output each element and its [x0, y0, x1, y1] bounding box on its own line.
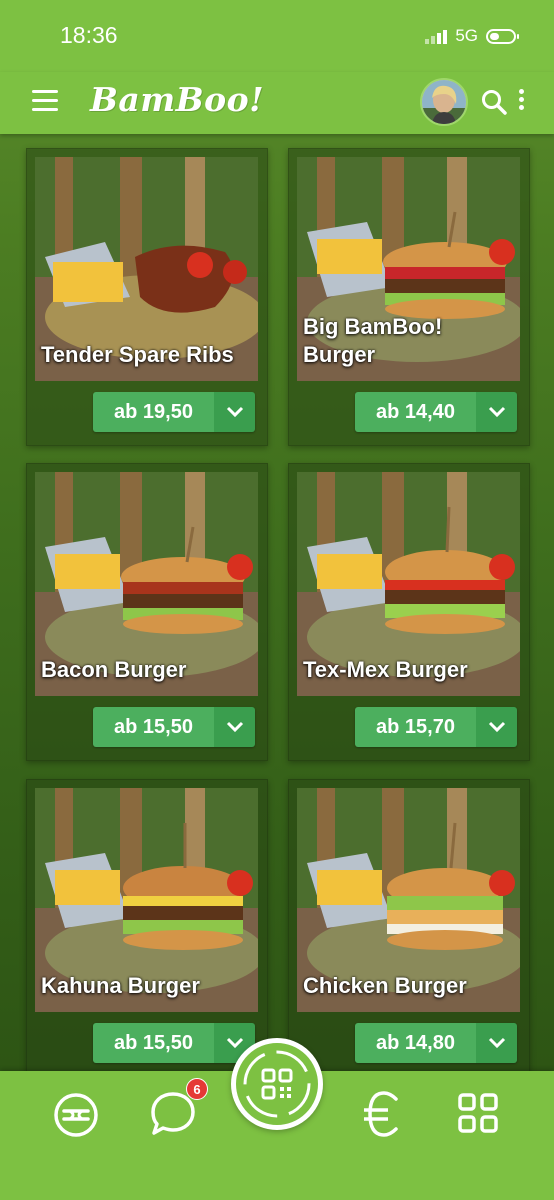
- menu-item-card[interactable]: Chicken Burger ab 14,80: [288, 779, 530, 1077]
- battery-icon: [486, 28, 519, 44]
- search-icon[interactable]: [480, 88, 508, 116]
- notification-badge: 6: [186, 1078, 208, 1100]
- price-button[interactable]: ab 19,50: [93, 392, 255, 432]
- chevron-down-icon[interactable]: [476, 707, 517, 747]
- qr-code-button[interactable]: [231, 1038, 323, 1130]
- menu-item-card[interactable]: Tex-Mex Burger ab 15,70: [288, 463, 530, 761]
- menu-item-card[interactable]: Kahuna Burger ab 15,50: [26, 779, 268, 1077]
- more-vertical-icon[interactable]: [515, 89, 527, 115]
- qr-code-icon: [243, 1050, 311, 1118]
- status-time: 18:36: [60, 22, 118, 48]
- price-label: ab 15,50: [93, 707, 214, 747]
- item-name: Kahuna Burger: [41, 973, 200, 998]
- price-label: ab 19,50: [93, 392, 214, 432]
- fork-knife-icon[interactable]: [52, 1091, 100, 1144]
- app-logo: BamBoo!: [90, 80, 265, 119]
- chevron-down-icon[interactable]: [476, 392, 517, 432]
- network-label: 5G: [455, 26, 478, 45]
- hamburger-menu-icon[interactable]: [32, 90, 58, 112]
- euro-icon[interactable]: [364, 1089, 400, 1144]
- avatar[interactable]: [420, 78, 468, 126]
- grid-icon[interactable]: [456, 1091, 500, 1140]
- chevron-down-icon[interactable]: [214, 707, 255, 747]
- price-label: ab 15,50: [93, 1023, 214, 1063]
- menu-item-card[interactable]: Tender Spare Ribs ab 19,50: [26, 148, 268, 446]
- price-button[interactable]: ab 15,50: [93, 707, 255, 747]
- chevron-down-icon[interactable]: [214, 392, 255, 432]
- price-label: ab 15,70: [355, 707, 476, 747]
- signal-icon: [425, 28, 448, 44]
- item-name: Chicken Burger: [303, 973, 467, 998]
- price-button[interactable]: ab 15,70: [355, 707, 517, 747]
- menu-item-card[interactable]: Big BamBoo! Burger ab 14,40: [288, 148, 530, 446]
- price-label: ab 14,40: [355, 392, 476, 432]
- price-button[interactable]: ab 14,40: [355, 392, 517, 432]
- price-button[interactable]: ab 14,80: [355, 1023, 517, 1063]
- item-name: Tender Spare Ribs: [41, 342, 234, 367]
- item-name: Bacon Burger: [41, 657, 187, 682]
- chevron-down-icon[interactable]: [476, 1023, 517, 1063]
- item-name: Big BamBoo! Burger: [303, 314, 443, 367]
- menu-item-card[interactable]: Bacon Burger ab 15,50: [26, 463, 268, 761]
- status-bar: 18:36 5G: [0, 0, 554, 72]
- price-label: ab 14,80: [355, 1023, 476, 1063]
- item-name: Tex-Mex Burger: [303, 657, 468, 682]
- price-button[interactable]: ab 15,50: [93, 1023, 255, 1063]
- app-bar: BamBoo!: [0, 72, 554, 134]
- status-indicators: 5G: [425, 26, 519, 46]
